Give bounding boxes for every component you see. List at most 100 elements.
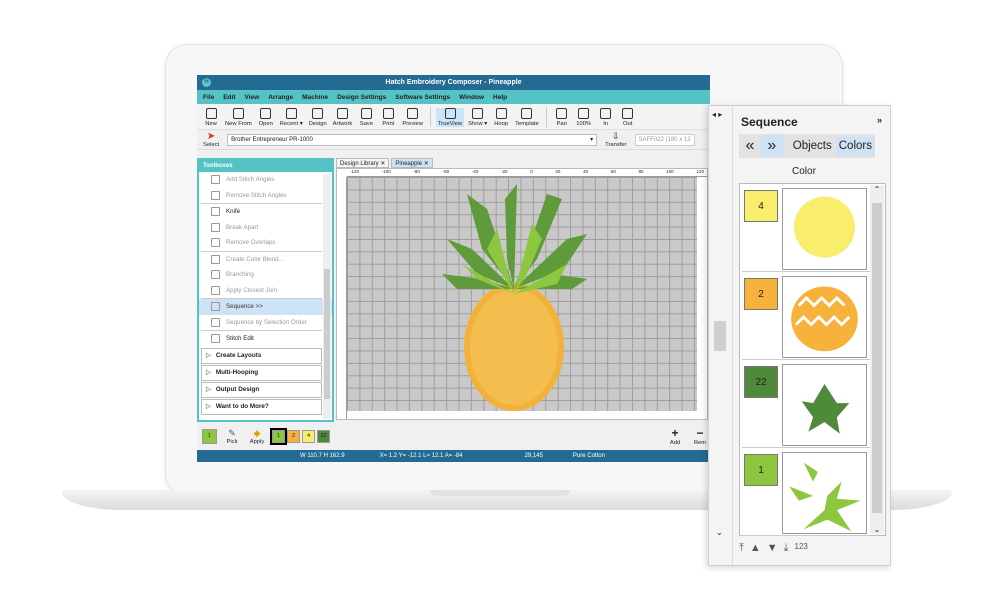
- toolbar-button-4[interactable]: Design: [307, 108, 329, 127]
- tool-icon: [211, 207, 220, 217]
- toolbar-button-1[interactable]: New From: [223, 108, 254, 127]
- toolbar-button-16[interactable]: Out: [618, 108, 638, 127]
- toolbar-button-12[interactable]: Template: [513, 108, 541, 127]
- menu-design-settings[interactable]: Design Settings: [337, 94, 386, 101]
- transfer-button[interactable]: ⇩ Transfer: [603, 131, 628, 148]
- collapse-icon[interactable]: »: [877, 115, 882, 125]
- tool-label: Sequence by Selection Order: [226, 318, 307, 326]
- toolbar-button-8[interactable]: Preview: [400, 108, 425, 127]
- menu-edit[interactable]: Edit: [223, 94, 235, 101]
- toolbar-button-13[interactable]: Pan: [552, 108, 572, 127]
- pineapple-leaves: [442, 184, 587, 289]
- toolbar-button-14[interactable]: 100%: [574, 108, 594, 127]
- ruler-label: 20: [555, 169, 561, 174]
- panel-nav-arrows-icon[interactable]: ◂ ▸: [709, 106, 732, 123]
- menu-software-settings[interactable]: Software Settings: [395, 94, 450, 101]
- toolbar-button-11[interactable]: Hoop: [491, 108, 511, 127]
- tool-item[interactable]: Stitch Edit: [199, 331, 332, 347]
- sequence-color-item[interactable]: 4: [742, 186, 870, 272]
- strip-scrollbar[interactable]: [714, 321, 726, 351]
- add-color-button[interactable]: + Add: [665, 426, 685, 446]
- document-tabs: Design Library ✕ Pineapple ✕: [336, 158, 710, 168]
- hoop-dropdown[interactable]: SAFF022 (180 x 13: [634, 133, 695, 146]
- minus-icon: −: [696, 426, 704, 440]
- sequence-scrollbar[interactable]: ⌃ ⌄: [870, 185, 884, 534]
- eyedropper-icon: ✎: [228, 427, 236, 438]
- tool-item[interactable]: Branching: [199, 267, 332, 283]
- toolbar-button-10[interactable]: Show ▾: [466, 108, 489, 127]
- tool-item[interactable]: Sequence >>: [199, 299, 332, 315]
- transfer-label: Transfer: [605, 142, 627, 148]
- toolbar-icon: [521, 108, 533, 119]
- strip-scroll-down-icon[interactable]: ⌄: [716, 528, 723, 537]
- tool-item[interactable]: Apply Closest Join: [199, 283, 332, 299]
- color-swatch[interactable]: 22: [317, 429, 330, 443]
- tool-item[interactable]: Remove Overlaps: [199, 235, 332, 251]
- sequence-color-item[interactable]: 1: [742, 450, 870, 536]
- tool-item[interactable]: Remove Stitch Angles: [199, 188, 332, 204]
- menu-machine[interactable]: Machine: [302, 94, 328, 101]
- tool-item[interactable]: Add Stitch Angles: [199, 172, 332, 188]
- move-down-icon[interactable]: ▼: [767, 542, 778, 555]
- menu-view[interactable]: View: [244, 94, 259, 101]
- toolbar-button-2[interactable]: Open: [256, 108, 276, 127]
- tab-objects[interactable]: Objects: [783, 140, 836, 152]
- color-swatch[interactable]: 2: [287, 429, 300, 443]
- color-swatch[interactable]: 4: [302, 429, 315, 443]
- toolbar-separator: [545, 107, 547, 127]
- toolbar-icon: [232, 108, 244, 119]
- tool-item[interactable]: Create Color Blend...: [199, 252, 332, 268]
- machine-dropdown[interactable]: Brother Entrepreneur PR-1000: [227, 133, 598, 146]
- design-canvas[interactable]: -120 -100 -80 -60 -40 -20 0 20 40 60 80 100 120: [336, 168, 708, 420]
- menu-help[interactable]: Help: [493, 94, 507, 101]
- color-swatch[interactable]: 1: [270, 427, 287, 445]
- menu-arrange[interactable]: Arrange: [268, 94, 293, 101]
- move-to-top-icon[interactable]: ⤒: [739, 542, 744, 555]
- toolbox-group[interactable]: ▷ Create Layouts: [201, 347, 322, 364]
- tab-design-library[interactable]: Design Library ✕: [336, 158, 390, 168]
- transfer-icon: ⇩: [612, 131, 620, 141]
- status-fabric: Pure Cotton: [572, 453, 605, 459]
- remove-color-button[interactable]: − Rem: [690, 426, 710, 446]
- move-up-icon[interactable]: ▲: [750, 542, 761, 555]
- current-color[interactable]: 1: [202, 428, 217, 444]
- tool-item[interactable]: Break Apart: [199, 220, 332, 236]
- menu-window[interactable]: Window: [459, 94, 484, 101]
- tool-label: Sequence >>: [226, 303, 263, 311]
- pick-button[interactable]: ✎ Pick: [222, 428, 242, 445]
- toolbar-button-15[interactable]: In: [596, 108, 616, 127]
- color-swatch: 22: [744, 366, 778, 398]
- move-first-icon[interactable]: «: [739, 135, 761, 157]
- sort-by-number-icon[interactable]: 123: [795, 542, 808, 555]
- tool-item[interactable]: Knife: [199, 204, 332, 220]
- menu-file[interactable]: File: [203, 94, 214, 101]
- palette-swatches: 1 2 4 22: [270, 427, 330, 445]
- toolboxes-scrollbar[interactable]: [323, 174, 331, 419]
- paint-bucket-icon: ◆: [253, 427, 261, 438]
- toolbar-button-5[interactable]: Artwork: [331, 108, 355, 127]
- sequence-color-item[interactable]: 22: [742, 362, 870, 448]
- toolbar-button-9[interactable]: TrueView: [435, 108, 465, 127]
- sequence-color-item[interactable]: 2: [742, 274, 870, 360]
- toolbar-label: New From: [225, 121, 252, 127]
- toolbox-group[interactable]: ▷ Want to do More?: [201, 398, 322, 415]
- toolbar-icon: [312, 108, 324, 119]
- toolbox-group[interactable]: ▷ Output Design: [201, 381, 322, 398]
- toolbar-label: In: [603, 121, 609, 127]
- toolbar-button-0[interactable]: New: [201, 108, 221, 127]
- toolbox-group[interactable]: ▷ Multi-Hooping: [201, 364, 322, 381]
- toolbar-button-7[interactable]: Print: [378, 108, 398, 127]
- tool-label: Remove Overlaps: [226, 239, 276, 247]
- pineapple-design[interactable]: [417, 179, 617, 414]
- tool-label: Create Color Blend...: [226, 255, 284, 263]
- tab-colors[interactable]: Colors: [835, 137, 875, 155]
- move-last-icon[interactable]: »: [760, 135, 783, 157]
- apply-button[interactable]: ◆ Apply: [247, 428, 267, 445]
- select-button[interactable]: ➤ Select: [201, 131, 221, 148]
- tab-pineapple[interactable]: Pineapple ✕: [391, 158, 433, 168]
- toolbar-button-6[interactable]: Save: [356, 108, 376, 127]
- move-to-bottom-icon[interactable]: ⤓: [784, 542, 789, 555]
- tool-item[interactable]: Sequence by Selection Order: [199, 315, 332, 331]
- toolbar-button-3[interactable]: Recent ▾: [278, 108, 305, 127]
- toolbar-icon: [285, 108, 297, 119]
